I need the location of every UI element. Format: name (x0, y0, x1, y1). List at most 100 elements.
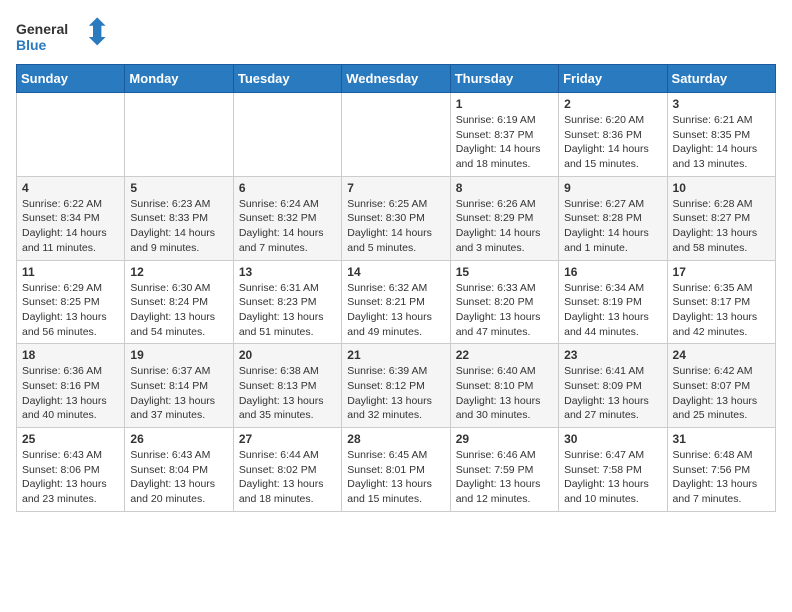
calendar-cell: 3Sunrise: 6:21 AM Sunset: 8:35 PM Daylig… (667, 93, 775, 177)
calendar-week-2: 4 Sunrise: 6:22 AM Sunset: 8:34 PM Daylig… (17, 176, 776, 260)
day-number: 27 (239, 432, 336, 446)
day-number: 26 (130, 432, 227, 446)
calendar-header-row: SundayMondayTuesdayWednesdayThursdayFrid… (17, 65, 776, 93)
page-header: General Blue (16, 16, 776, 56)
calendar-cell: 4 Sunrise: 6:22 AM Sunset: 8:34 PM Daylig… (17, 176, 125, 260)
day-info: Sunrise: 6:36 AM Sunset: 8:16 PM Dayligh… (22, 364, 119, 423)
day-number: 2 (564, 97, 661, 111)
day-info: Sunrise: 6:44 AM Sunset: 8:02 PM Dayligh… (239, 448, 336, 507)
day-number: 6 (239, 181, 336, 195)
day-info: Sunrise: 6:43 AM Sunset: 8:06 PM Dayligh… (22, 448, 119, 507)
calendar-week-5: 25 Sunrise: 6:43 AM Sunset: 8:06 PM Dayli… (17, 428, 776, 512)
day-info: Sunrise: 6:39 AM Sunset: 8:12 PM Dayligh… (347, 364, 444, 423)
calendar-cell: 10 Sunrise: 6:28 AM Sunset: 8:27 PM Dayli… (667, 176, 775, 260)
day-number: 15 (456, 265, 553, 279)
calendar-table: SundayMondayTuesdayWednesdayThursdayFrid… (16, 64, 776, 512)
day-number: 31 (673, 432, 770, 446)
calendar-cell: 8 Sunrise: 6:26 AM Sunset: 8:29 PM Daylig… (450, 176, 558, 260)
calendar-cell: 21 Sunrise: 6:39 AM Sunset: 8:12 PM Dayli… (342, 344, 450, 428)
calendar-week-3: 11 Sunrise: 6:29 AM Sunset: 8:25 PM Dayli… (17, 260, 776, 344)
day-info: Sunrise: 6:48 AM Sunset: 7:56 PM Dayligh… (673, 448, 770, 507)
calendar-cell: 12 Sunrise: 6:30 AM Sunset: 8:24 PM Dayli… (125, 260, 233, 344)
day-header-tuesday: Tuesday (233, 65, 341, 93)
day-info: Sunrise: 6:45 AM Sunset: 8:01 PM Dayligh… (347, 448, 444, 507)
day-info: Sunrise: 6:32 AM Sunset: 8:21 PM Dayligh… (347, 281, 444, 340)
calendar-cell: 1Sunrise: 6:19 AM Sunset: 8:37 PM Daylig… (450, 93, 558, 177)
day-number: 7 (347, 181, 444, 195)
day-header-monday: Monday (125, 65, 233, 93)
calendar-cell: 11 Sunrise: 6:29 AM Sunset: 8:25 PM Dayli… (17, 260, 125, 344)
day-number: 22 (456, 348, 553, 362)
day-info: Sunrise: 6:47 AM Sunset: 7:58 PM Dayligh… (564, 448, 661, 507)
day-number: 17 (673, 265, 770, 279)
day-number: 19 (130, 348, 227, 362)
day-number: 11 (22, 265, 119, 279)
day-number: 4 (22, 181, 119, 195)
day-info: Sunrise: 6:33 AM Sunset: 8:20 PM Dayligh… (456, 281, 553, 340)
day-info: Sunrise: 6:29 AM Sunset: 8:25 PM Dayligh… (22, 281, 119, 340)
day-info: Sunrise: 6:27 AM Sunset: 8:28 PM Dayligh… (564, 197, 661, 256)
calendar-cell: 30Sunrise: 6:47 AM Sunset: 7:58 PM Dayli… (559, 428, 667, 512)
calendar-cell: 28 Sunrise: 6:45 AM Sunset: 8:01 PM Dayli… (342, 428, 450, 512)
day-info: Sunrise: 6:28 AM Sunset: 8:27 PM Dayligh… (673, 197, 770, 256)
day-header-sunday: Sunday (17, 65, 125, 93)
day-number: 3 (673, 97, 770, 111)
day-info: Sunrise: 6:31 AM Sunset: 8:23 PM Dayligh… (239, 281, 336, 340)
calendar-cell (342, 93, 450, 177)
calendar-cell: 7 Sunrise: 6:25 AM Sunset: 8:30 PM Daylig… (342, 176, 450, 260)
day-info: Sunrise: 6:30 AM Sunset: 8:24 PM Dayligh… (130, 281, 227, 340)
day-number: 28 (347, 432, 444, 446)
calendar-cell: 23 Sunrise: 6:41 AM Sunset: 8:09 PM Dayli… (559, 344, 667, 428)
day-header-friday: Friday (559, 65, 667, 93)
calendar-cell: 31 Sunrise: 6:48 AM Sunset: 7:56 PM Dayli… (667, 428, 775, 512)
calendar-cell: 29Sunrise: 6:46 AM Sunset: 7:59 PM Dayli… (450, 428, 558, 512)
day-number: 21 (347, 348, 444, 362)
day-number: 13 (239, 265, 336, 279)
calendar-cell: 9 Sunrise: 6:27 AM Sunset: 8:28 PM Daylig… (559, 176, 667, 260)
day-number: 25 (22, 432, 119, 446)
day-number: 9 (564, 181, 661, 195)
calendar-cell (233, 93, 341, 177)
day-number: 10 (673, 181, 770, 195)
calendar-cell: 20 Sunrise: 6:38 AM Sunset: 8:13 PM Dayli… (233, 344, 341, 428)
day-number: 24 (673, 348, 770, 362)
calendar-cell: 13 Sunrise: 6:31 AM Sunset: 8:23 PM Dayli… (233, 260, 341, 344)
calendar-cell: 5 Sunrise: 6:23 AM Sunset: 8:33 PM Daylig… (125, 176, 233, 260)
svg-text:Blue: Blue (16, 37, 47, 53)
day-info: Sunrise: 6:37 AM Sunset: 8:14 PM Dayligh… (130, 364, 227, 423)
day-info: Sunrise: 6:41 AM Sunset: 8:09 PM Dayligh… (564, 364, 661, 423)
day-info: Sunrise: 6:24 AM Sunset: 8:32 PM Dayligh… (239, 197, 336, 256)
svg-text:General: General (16, 21, 68, 37)
day-header-thursday: Thursday (450, 65, 558, 93)
day-info: Sunrise: 6:23 AM Sunset: 8:33 PM Dayligh… (130, 197, 227, 256)
day-number: 20 (239, 348, 336, 362)
calendar-cell: 16 Sunrise: 6:34 AM Sunset: 8:19 PM Dayli… (559, 260, 667, 344)
calendar-cell: 22 Sunrise: 6:40 AM Sunset: 8:10 PM Dayli… (450, 344, 558, 428)
day-info: Sunrise: 6:25 AM Sunset: 8:30 PM Dayligh… (347, 197, 444, 256)
day-number: 29 (456, 432, 553, 446)
day-number: 23 (564, 348, 661, 362)
calendar-cell (17, 93, 125, 177)
day-number: 8 (456, 181, 553, 195)
calendar-week-4: 18 Sunrise: 6:36 AM Sunset: 8:16 PM Dayli… (17, 344, 776, 428)
day-info: Sunrise: 6:40 AM Sunset: 8:10 PM Dayligh… (456, 364, 553, 423)
calendar-cell: 18 Sunrise: 6:36 AM Sunset: 8:16 PM Dayli… (17, 344, 125, 428)
day-info: Sunrise: 6:26 AM Sunset: 8:29 PM Dayligh… (456, 197, 553, 256)
day-header-wednesday: Wednesday (342, 65, 450, 93)
day-number: 16 (564, 265, 661, 279)
logo: General Blue (16, 16, 106, 56)
day-number: 5 (130, 181, 227, 195)
day-number: 18 (22, 348, 119, 362)
calendar-cell: 27 Sunrise: 6:44 AM Sunset: 8:02 PM Dayli… (233, 428, 341, 512)
day-info: Sunrise: 6:19 AM Sunset: 8:37 PM Dayligh… (456, 113, 553, 172)
day-info: Sunrise: 6:35 AM Sunset: 8:17 PM Dayligh… (673, 281, 770, 340)
day-number: 12 (130, 265, 227, 279)
day-info: Sunrise: 6:34 AM Sunset: 8:19 PM Dayligh… (564, 281, 661, 340)
logo-svg: General Blue (16, 16, 106, 56)
day-info: Sunrise: 6:38 AM Sunset: 8:13 PM Dayligh… (239, 364, 336, 423)
day-info: Sunrise: 6:22 AM Sunset: 8:34 PM Dayligh… (22, 197, 119, 256)
calendar-cell: 25 Sunrise: 6:43 AM Sunset: 8:06 PM Dayli… (17, 428, 125, 512)
calendar-cell: 2Sunrise: 6:20 AM Sunset: 8:36 PM Daylig… (559, 93, 667, 177)
calendar-cell: 14Sunrise: 6:32 AM Sunset: 8:21 PM Dayli… (342, 260, 450, 344)
day-header-saturday: Saturday (667, 65, 775, 93)
